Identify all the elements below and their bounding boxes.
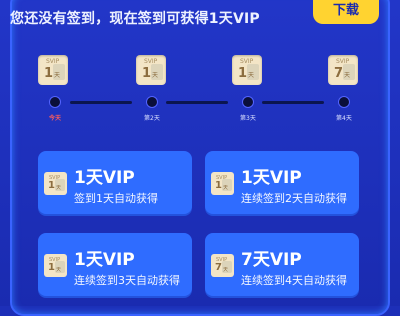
reward-value: 1 xyxy=(142,66,152,81)
reward-unit: 天 xyxy=(152,72,159,79)
reward-card-day-2: SVIP 1 天 xyxy=(136,55,166,85)
progress-bar-segment xyxy=(166,101,228,104)
reward-value: 1 xyxy=(215,180,222,191)
svip-label: SVIP xyxy=(336,58,350,65)
signin-message: 您还没有签到，现在签到可获得1天VIP xyxy=(10,11,260,27)
reward-unit: 天 xyxy=(56,267,62,273)
reward-description: 连续签到4天自动获得 xyxy=(241,274,347,287)
day-label: 第3天 xyxy=(240,115,256,122)
reward-mini-card: SVIP 1 天 xyxy=(44,172,67,195)
reward-description: 签到1天自动获得 xyxy=(74,192,158,205)
progress-bar-segment xyxy=(262,101,324,104)
progress-bar-segment xyxy=(70,101,132,104)
reward-unit: 天 xyxy=(344,72,351,79)
download-button[interactable]: 下载 xyxy=(313,0,379,24)
reward-card[interactable]: SVIP 7 天 7天VIP 连续签到4天自动获得 xyxy=(205,233,359,296)
reward-title: 1天VIP xyxy=(74,250,135,270)
day-label: 第4天 xyxy=(336,115,352,122)
reward-value: 1 xyxy=(48,262,55,273)
reward-value: 1 xyxy=(44,66,54,81)
svip-label: SVIP xyxy=(46,58,60,65)
day-dot xyxy=(242,96,254,108)
reward-unit: 天 xyxy=(223,267,229,273)
reward-card-day-1: SVIP 1 天 xyxy=(38,55,68,85)
reward-description: 连续签到2天自动获得 xyxy=(241,192,347,205)
reward-card[interactable]: SVIP 1 天 1天VIP 签到1天自动获得 xyxy=(38,151,192,214)
svip-label: SVIP xyxy=(240,58,254,65)
day-dot xyxy=(338,96,350,108)
reward-value: 1 xyxy=(48,180,55,191)
day-label: 今天 xyxy=(49,115,62,122)
reward-card-day-4: SVIP 7 天 xyxy=(328,55,358,85)
reward-unit: 天 xyxy=(248,72,255,79)
reward-value: 7 xyxy=(215,262,222,273)
reward-value: 1 xyxy=(238,66,248,81)
reward-description: 连续签到3天自动获得 xyxy=(74,274,180,287)
reward-mini-card: SVIP 1 天 xyxy=(44,254,67,277)
day-label: 第2天 xyxy=(144,115,160,122)
reward-value: 7 xyxy=(334,66,344,81)
reward-card[interactable]: SVIP 1 天 1天VIP 连续签到3天自动获得 xyxy=(38,233,192,296)
reward-mini-card: SVIP 1 天 xyxy=(211,172,234,195)
reward-title: 7天VIP xyxy=(241,250,302,270)
reward-mini-card: SVIP 7 天 xyxy=(211,254,234,277)
reward-unit: 天 xyxy=(223,185,229,191)
day-dot xyxy=(146,96,158,108)
reward-unit: 天 xyxy=(56,185,62,191)
reward-title: 1天VIP xyxy=(241,168,302,188)
reward-card[interactable]: SVIP 1 天 1天VIP 连续签到2天自动获得 xyxy=(205,151,359,214)
day-dot xyxy=(49,96,61,108)
svip-label: SVIP xyxy=(144,58,158,65)
reward-title: 1天VIP xyxy=(74,168,135,188)
reward-unit: 天 xyxy=(54,72,61,79)
reward-card-day-3: SVIP 1 天 xyxy=(232,55,262,85)
